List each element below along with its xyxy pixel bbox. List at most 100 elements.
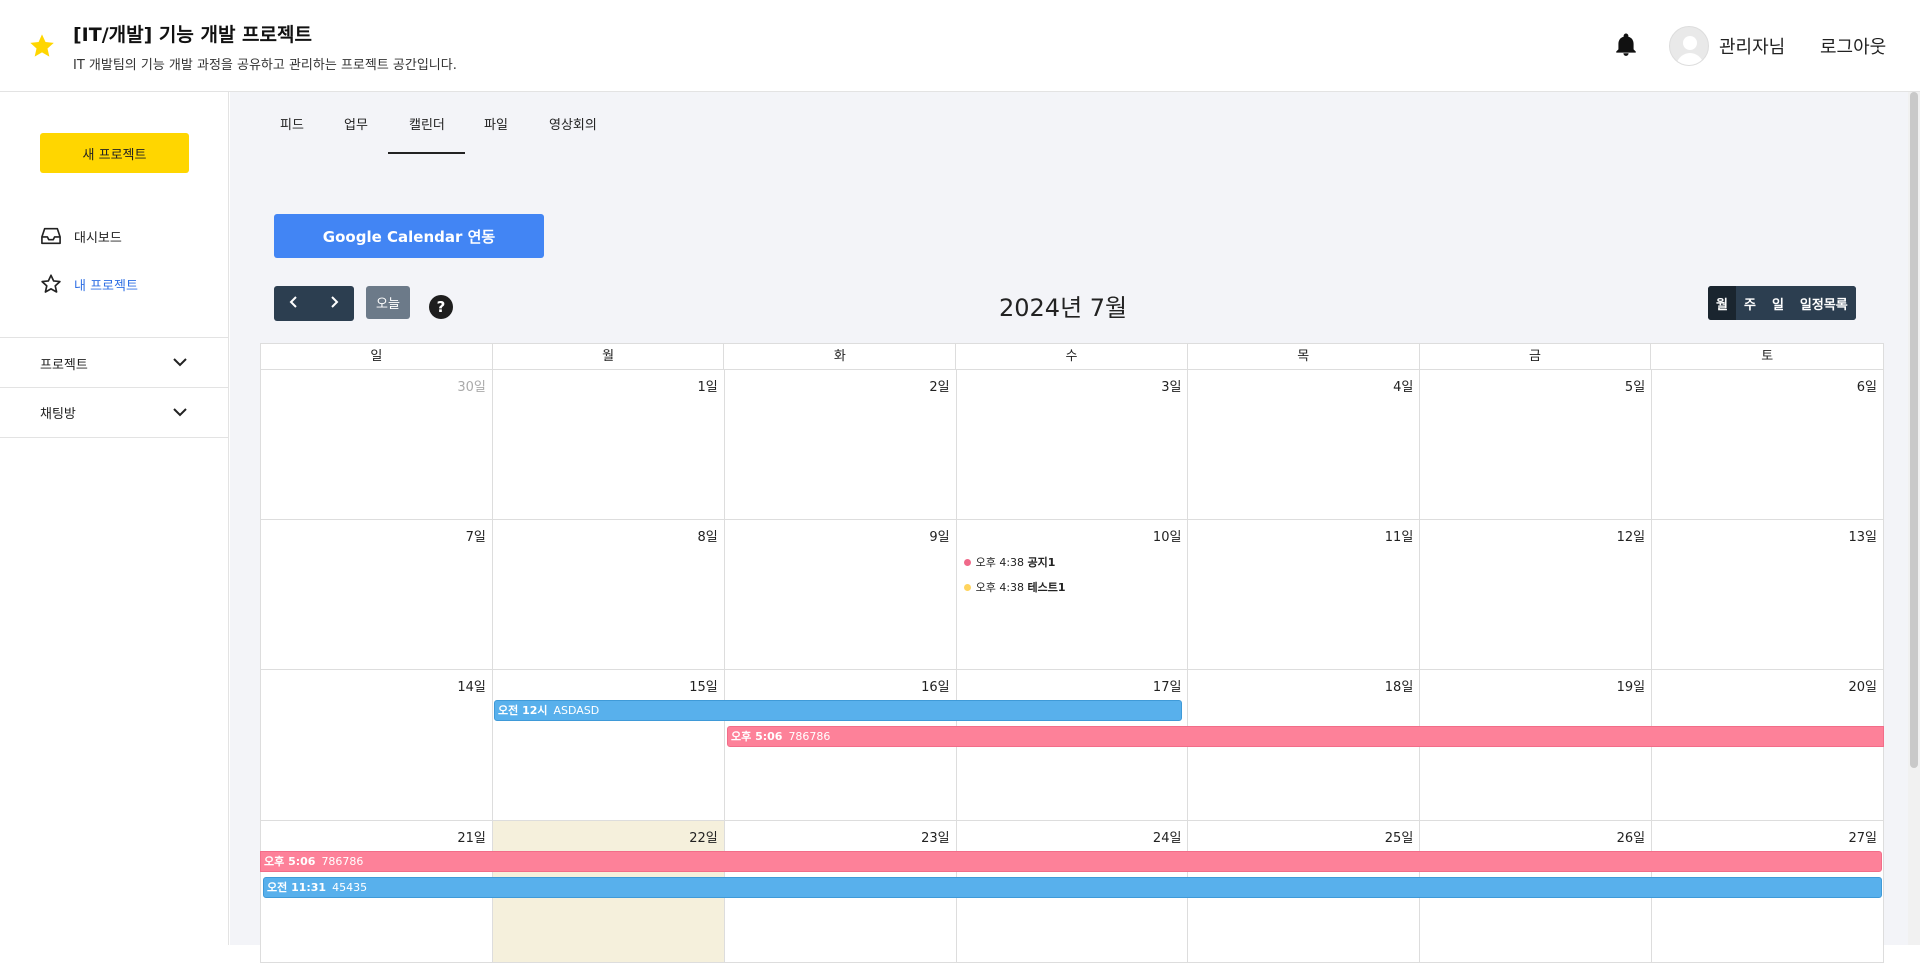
page-scrollbar[interactable] [1908,92,1920,945]
weekday-label: 목 [1188,344,1420,369]
chevron-down-icon [173,408,187,417]
bell-icon[interactable] [1613,31,1639,59]
calendar-event[interactable]: 오후 4:38 테스트1 [963,579,1066,595]
help-icon[interactable]: ? [429,295,453,319]
user-name[interactable]: 관리자님 [1719,33,1785,59]
tab-video-meeting[interactable]: 영상회의 [549,114,597,133]
section-label: 프로젝트 [40,357,88,373]
star-outline-icon [41,274,61,293]
day-number: 4일 [1393,380,1414,395]
active-tab-indicator [388,152,465,154]
calendar-event-bar[interactable]: 오후 5:06 786786 [260,851,1882,872]
day-cell[interactable]: 7일 [261,520,493,670]
event-dot [963,583,971,591]
app-header: [IT/개발] 기능 개발 프로젝트 IT 개발팀의 기능 개발 과정을 공유하… [0,0,1920,92]
tab-files[interactable]: 파일 [484,114,508,133]
event-time: 오전 12시 [498,704,548,717]
sidebar-section-projects[interactable]: 프로젝트 [0,337,229,388]
project-description: IT 개발팀의 기능 개발 과정을 공유하고 관리하는 프로젝트 공간입니다. [73,58,457,73]
today-button[interactable]: 오늘 [366,286,410,319]
next-month-button[interactable] [314,286,354,321]
sidebar: 새 프로젝트 대시보드 내 프로젝트 프로젝트 채팅방 [0,92,229,945]
day-cell[interactable]: 5일 [1420,370,1653,520]
day-number: 10일 [1152,530,1182,545]
event-title: ASDASD [553,704,600,717]
day-cell[interactable]: 13일 [1652,520,1885,670]
day-cell[interactable]: 30일 [261,370,493,520]
day-cell[interactable]: 2일 [724,370,957,520]
day-number: 27일 [1848,831,1878,846]
event-title: 공지1 [1027,556,1056,569]
sidebar-item-dashboard[interactable]: 대시보드 [40,223,122,249]
day-number: 2일 [929,380,950,395]
day-number: 19일 [1616,680,1646,695]
avatar[interactable] [1669,26,1709,66]
weekday-label: 일 [261,344,493,369]
day-number: 20일 [1848,680,1878,695]
main-content: 피드 업무 캘린더 파일 영상회의 Google Calendar 연동 오늘 … [230,92,1908,963]
day-number: 6일 [1856,380,1878,395]
sidebar-item-my-projects[interactable]: 내 프로젝트 [40,271,138,297]
day-number: 21일 [457,831,486,846]
day-cell[interactable]: 6일 [1652,370,1885,520]
day-number: 16일 [921,680,950,695]
day-number: 23일 [921,831,950,846]
day-cell[interactable]: 9일 [724,520,957,670]
prev-month-button[interactable] [274,286,314,321]
day-cell[interactable]: 8일 [492,520,725,670]
calendar-week: 30일 1일 2일 3일 4일 5일 6일 [260,370,1885,520]
day-cell[interactable]: 12일 [1420,520,1653,670]
calendar-event-bar[interactable]: 오전 12시 ASDASD [494,700,1182,721]
view-list-button[interactable]: 일정목록 [1791,286,1856,320]
day-cell[interactable]: 14일 [261,670,493,821]
scrollbar-thumb[interactable] [1910,92,1918,768]
tab-calendar[interactable]: 캘린더 [409,114,445,133]
event-time: 오후 4:38 [975,556,1025,569]
sidebar-section-chatrooms[interactable]: 채팅방 [0,387,229,438]
view-week-button[interactable]: 주 [1735,286,1764,320]
day-cell[interactable]: 15일 [492,670,725,821]
day-cell[interactable]: 11일 [1188,520,1421,670]
tab-feed[interactable]: 피드 [280,114,304,133]
event-time: 오전 11:31 [267,881,327,894]
view-switcher: 월 주 일 일정목록 [1708,286,1856,320]
calendar-event-bar[interactable]: 오전 11:31 45435 [263,877,1882,898]
event-time: 오후 4:38 [975,581,1025,594]
day-number: 26일 [1616,831,1646,846]
day-number: 24일 [1152,831,1182,846]
view-day-button[interactable]: 일 [1763,286,1792,320]
project-title: [IT/개발] 기능 개발 프로젝트 [73,24,312,46]
event-title: 45435 [332,881,368,894]
day-number: 13일 [1848,530,1878,545]
calendar-event-bar[interactable]: 오후 5:06 786786 [727,726,1884,747]
weekday-header: 일 월 화 수 목 금 토 [260,343,1884,370]
event-time: 오후 5:06 [264,855,316,868]
event-time: 오후 5:06 [731,730,783,743]
google-calendar-sync-button[interactable]: Google Calendar 연동 [274,214,544,258]
star-icon[interactable] [28,32,56,60]
day-number: 1일 [697,380,718,395]
day-number: 7일 [465,530,486,545]
day-number: 17일 [1152,680,1182,695]
logout-link[interactable]: 로그아웃 [1820,33,1886,59]
day-cell[interactable]: 1일 [492,370,725,520]
calendar-event[interactable]: 오후 4:38 공지1 [963,554,1056,570]
day-number: 12일 [1616,530,1646,545]
weekday-label: 토 [1761,349,1774,364]
day-number: 3일 [1161,380,1182,395]
event-title: 테스트1 [1027,581,1066,594]
view-month-button[interactable]: 월 [1708,286,1736,320]
tab-tasks[interactable]: 업무 [344,114,368,133]
day-cell[interactable]: 3일 [956,370,1189,520]
day-cell[interactable]: 10일 오후 4:38 공지1 오후 4:38 테스트1 [956,520,1189,670]
event-title: 786786 [321,855,364,868]
section-label: 채팅방 [40,407,76,422]
event-title: 786786 [788,730,831,743]
weekday-label: 금 [1420,344,1652,369]
day-number: 22일 [689,831,718,846]
chevron-down-icon [173,358,187,367]
new-project-button[interactable]: 새 프로젝트 [40,133,189,173]
day-number: 15일 [689,680,718,695]
weekday-label: 화 [724,344,957,369]
day-cell[interactable]: 4일 [1188,370,1421,520]
